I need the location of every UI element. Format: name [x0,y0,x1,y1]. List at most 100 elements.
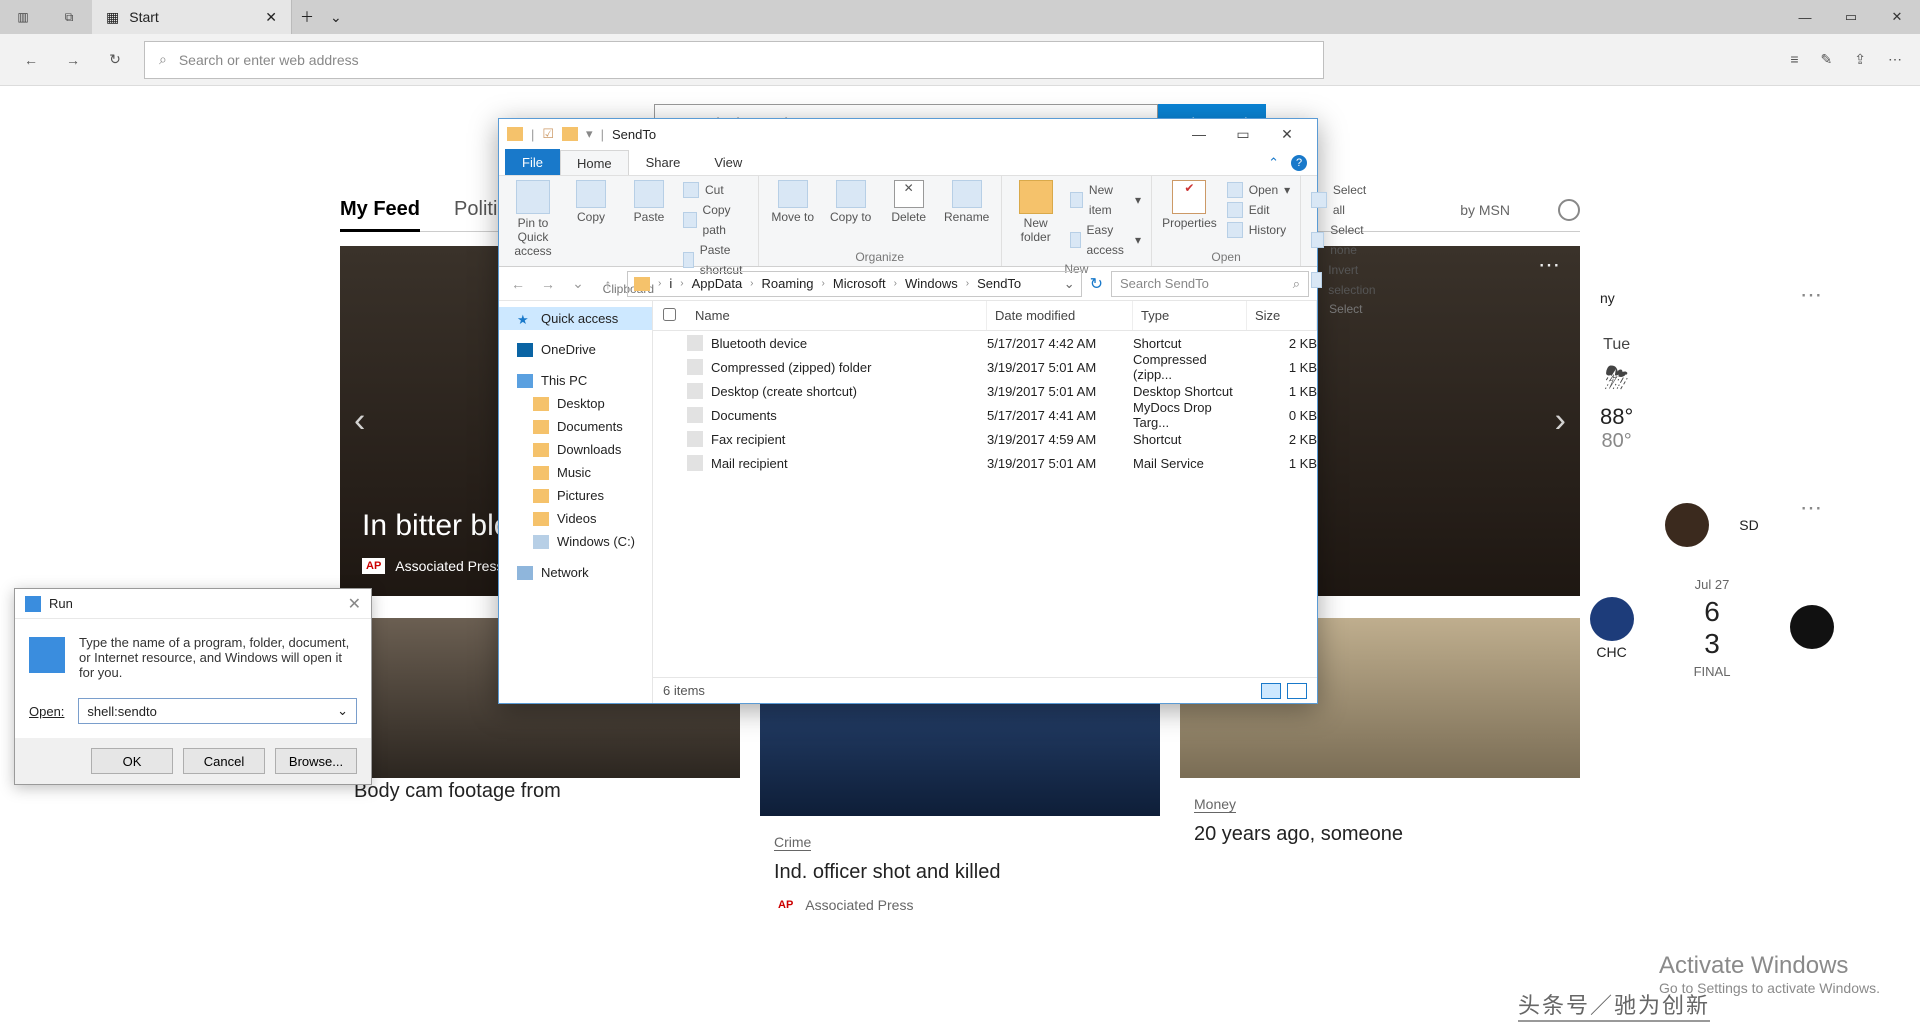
tree-pictures[interactable]: Pictures [499,484,652,507]
invert-selection-button[interactable]: Invert selection [1311,260,1380,300]
maximize-button[interactable]: ▭ [1828,0,1874,34]
close-icon[interactable]: ✕ [348,594,361,614]
help-icon[interactable]: ? [1291,155,1307,171]
close-button[interactable]: ✕ [1265,126,1309,143]
close-button[interactable]: ✕ [1874,0,1920,34]
col-name[interactable]: Name [687,301,987,330]
more-icon[interactable]: ⋯ [1888,51,1902,68]
col-type[interactable]: Type [1133,301,1247,330]
history-button[interactable]: History [1227,220,1290,240]
share-icon[interactable]: ⇪ [1854,51,1866,68]
hero-next-icon[interactable]: › [1555,402,1566,441]
browse-button[interactable]: Browse... [275,748,357,774]
refresh-button[interactable]: ↻ [102,47,128,73]
tree-desktop[interactable]: Desktop [499,392,652,415]
crumb[interactable]: Windows [905,276,958,291]
maximize-button[interactable]: ▭ [1221,126,1265,143]
properties-button[interactable]: ✔Properties [1162,180,1217,230]
explorer-titlebar[interactable]: | ☑ ▾ | SendTo — ▭ ✕ [499,119,1317,149]
copy-to-button[interactable]: Copy to [827,180,875,224]
new-tab-icon[interactable]: ＋ [300,7,314,27]
tree-downloads[interactable]: Downloads [499,438,652,461]
rename-button[interactable]: Rename [943,180,991,224]
card-more-icon[interactable]: ⋯ [1538,252,1562,278]
ribbon-tab-file[interactable]: File [505,149,560,175]
tree-onedrive[interactable]: OneDrive [499,338,652,361]
address-bar[interactable]: ⌕ Search or enter web address [144,41,1324,79]
cut-button[interactable]: Cut [683,180,748,200]
refresh-icon[interactable]: ↻ [1090,274,1103,294]
back-button[interactable]: ← [18,47,44,73]
ok-button[interactable]: OK [91,748,173,774]
chevron-down-icon[interactable]: ⌄ [337,703,348,719]
collapse-ribbon-icon[interactable]: ⌃ [1268,155,1279,171]
ribbon-tab-home[interactable]: Home [560,150,629,175]
run-titlebar[interactable]: Run ✕ [15,589,371,619]
hero-prev-icon[interactable]: ‹ [354,402,365,441]
delete-button[interactable]: ✕Delete [885,180,933,224]
minimize-button[interactable]: — [1177,126,1221,143]
file-row[interactable]: Documents5/17/2017 4:41 AMMyDocs Drop Ta… [653,403,1317,427]
new-item-button[interactable]: New item ▾ [1070,180,1141,220]
tree-music[interactable]: Music [499,461,652,484]
select-none-button[interactable]: Select none [1311,220,1380,260]
select-all-button[interactable]: Select all [1311,180,1380,220]
large-icons-view-icon[interactable] [1287,683,1307,699]
crumb[interactable]: Roaming [762,276,814,291]
card-more-icon[interactable]: ⋯ [1800,282,1824,308]
explorer-search[interactable]: Search SendTo ⌕ [1111,271,1309,297]
edit-button[interactable]: Edit [1227,200,1290,220]
copy-button[interactable]: Copy [567,180,615,224]
tree-quick-access[interactable]: ★Quick access [499,307,652,330]
tree-this-pc[interactable]: This PC [499,369,652,392]
paste-button[interactable]: Paste [625,180,673,224]
reading-list-icon[interactable]: ≡ [1790,51,1798,68]
crumb[interactable]: AppData [692,276,743,291]
tree-drive-c[interactable]: Windows (C:) [499,530,652,553]
weather-widget[interactable]: ⋯ ny Tue ⛈ 88° 80° [1582,276,1842,471]
crumb[interactable]: SendTo [977,276,1021,291]
recent-locations-icon[interactable]: ⌄ [567,275,589,292]
chevron-down-icon[interactable]: ⌄ [1064,276,1075,292]
close-tab-icon[interactable]: ✕ [265,9,277,26]
move-to-button[interactable]: Move to [769,180,817,224]
crumb[interactable]: i [669,276,672,291]
select-all-checkbox[interactable] [663,308,676,321]
notes-icon[interactable]: ✎ [1821,51,1833,68]
tree-documents[interactable]: Documents [499,415,652,438]
file-row[interactable]: Compressed (zipped) folder3/19/2017 5:01… [653,355,1317,379]
tree-network[interactable]: Network [499,561,652,584]
breadcrumb-bar[interactable]: › i› AppData› Roaming› Microsoft› Window… [627,271,1082,297]
forward-button[interactable]: → [537,276,559,292]
tab-menu-icon[interactable]: ⌄ [330,9,342,26]
open-combobox[interactable]: shell:sendto ⌄ [78,698,357,724]
ribbon-tab-view[interactable]: View [697,149,759,175]
card-more-icon[interactable]: ⋯ [1800,495,1824,521]
details-view-icon[interactable] [1261,683,1281,699]
qat-dropdown-icon[interactable]: ▾ [586,126,593,142]
tree-videos[interactable]: Videos [499,507,652,530]
tab-my-feed[interactable]: My Feed [340,198,420,221]
easy-access-button[interactable]: Easy access ▾ [1070,220,1141,260]
copy-path-button[interactable]: Copy path [683,200,748,240]
pin-quick-access-button[interactable]: Pin to Quick access [509,180,557,258]
open-button[interactable]: Open ▾ [1227,180,1290,200]
set-aside-tabs-icon[interactable]: ⧉ [46,0,92,34]
new-folder-button[interactable]: New folder [1012,180,1060,244]
qat-checkbox-icon[interactable]: ☑ [542,126,554,142]
column-headers[interactable]: Name Date modified Type Size [653,301,1317,331]
gear-icon[interactable] [1558,199,1580,221]
ribbon-tab-share[interactable]: Share [629,149,698,175]
back-button[interactable]: ← [507,276,529,292]
cancel-button[interactable]: Cancel [183,748,265,774]
col-date[interactable]: Date modified [987,301,1133,330]
up-button[interactable]: ↑ [597,276,619,292]
forward-button[interactable]: → [60,47,86,73]
tab-preview-icon[interactable]: ▥ [0,0,46,34]
file-row[interactable]: Fax recipient3/19/2017 4:59 AMShortcut2 … [653,427,1317,451]
file-row[interactable]: Mail recipient3/19/2017 5:01 AMMail Serv… [653,451,1317,475]
browser-tab-start[interactable]: ▦ Start ✕ [92,0,292,34]
crumb[interactable]: Microsoft [833,276,886,291]
col-size[interactable]: Size [1247,301,1317,330]
minimize-button[interactable]: — [1782,0,1828,34]
